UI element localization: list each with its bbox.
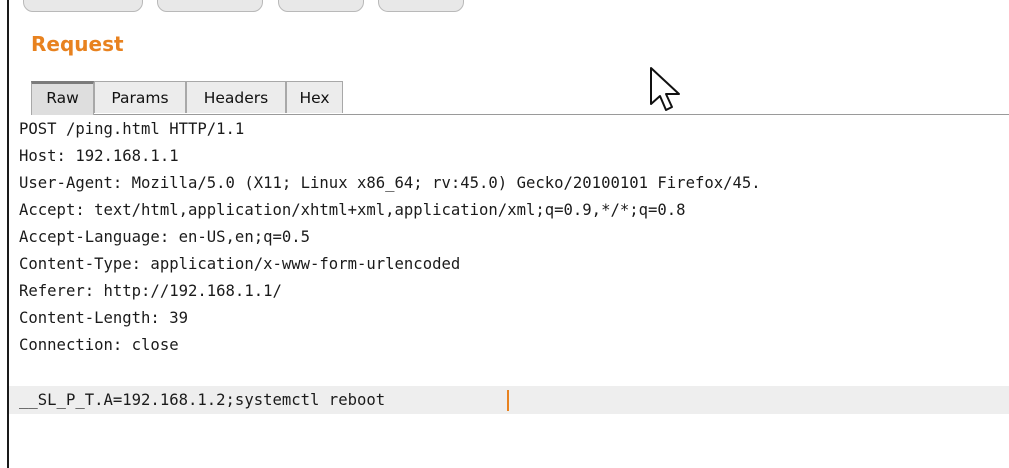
request-panel: Request Raw Params Headers Hex POST /pin…: [7, 0, 1009, 468]
tab-hex[interactable]: Hex: [286, 81, 343, 113]
header-content-type[interactable]: Content-Type: application/x-www-form-url…: [19, 251, 460, 277]
top-tab[interactable]: [23, 0, 143, 12]
request-section-title: Request: [31, 32, 124, 56]
text-caret: [507, 390, 509, 411]
request-line[interactable]: POST /ping.html HTTP/1.1: [19, 116, 244, 142]
header-user-agent[interactable]: User-Agent: Mozilla/5.0 (X11; Linux x86_…: [19, 170, 761, 196]
header-referer[interactable]: Referer: http://192.168.1.1/: [19, 278, 282, 304]
top-tab[interactable]: [278, 0, 364, 12]
view-tab-bar: Raw Params Headers Hex: [31, 81, 1009, 115]
tab-headers[interactable]: Headers: [186, 81, 286, 113]
header-host[interactable]: Host: 192.168.1.1: [19, 143, 179, 169]
tab-params[interactable]: Params: [94, 81, 186, 113]
mouse-pointer-icon: [649, 66, 683, 118]
top-tab[interactable]: [157, 0, 263, 12]
top-tab[interactable]: [378, 0, 464, 12]
header-accept-language[interactable]: Accept-Language: en-US,en;q=0.5: [19, 224, 310, 250]
header-content-length[interactable]: Content-Length: 39: [19, 305, 188, 331]
tab-raw[interactable]: Raw: [31, 81, 94, 115]
request-body-line[interactable]: __SL_P_T.A=192.168.1.2;systemctl reboot: [19, 387, 385, 413]
header-connection[interactable]: Connection: close: [19, 332, 179, 358]
raw-request-editor[interactable]: POST /ping.html HTTP/1.1 Host: 192.168.1…: [9, 114, 1009, 468]
header-accept[interactable]: Accept: text/html,application/xhtml+xml,…: [19, 197, 686, 223]
